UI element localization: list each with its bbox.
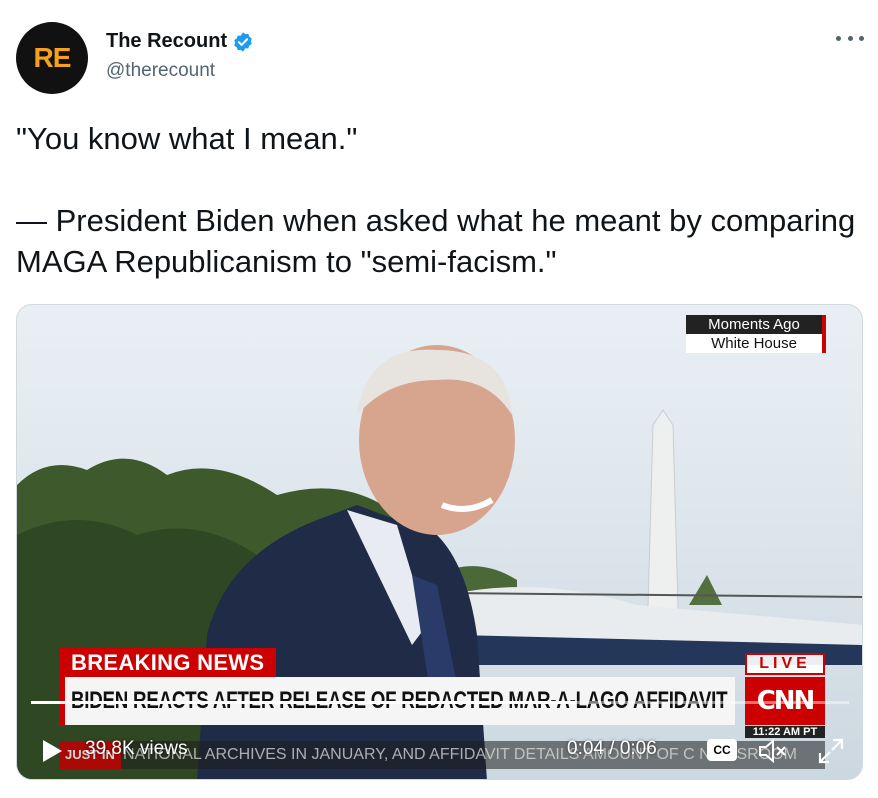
author-name-row: The Recount [106,30,254,53]
chyron-location-label: White House [711,335,797,352]
avatar-logo: RE [33,42,72,73]
video-controls: 39.8K views 0:04 / 0:06 CC [17,725,862,779]
captions-button[interactable]: CC [707,739,737,761]
play-icon[interactable] [41,739,63,763]
breaking-news-label: BREAKING NEWS [59,648,277,678]
live-badge: LIVE [745,653,825,675]
progress-bar[interactable] [31,701,849,704]
dot [847,35,853,41]
tweet-attribution: — President Biden when asked what he mea… [16,203,856,279]
playback-time: 0:04 / 0:06 [567,738,657,759]
dot [859,35,864,41]
chyron-time-label: Moments Ago [686,315,822,334]
video-player[interactable]: Moments Ago White House BREAKING NEWS BI… [16,304,863,780]
verified-badge-icon [234,31,252,52]
more-dots-icon[interactable] [836,28,864,48]
tweet-quote: "You know what I mean." [16,121,358,156]
handle[interactable]: @therecount [106,60,215,82]
location-chyron: Moments Ago White House [686,315,826,353]
view-count: 39.8K views [85,738,188,759]
fullscreen-icon[interactable] [817,737,845,765]
tweet: RE The Recount @therecount "You know wha… [0,0,878,798]
muted-speaker-icon[interactable] [757,737,787,765]
dot [836,35,841,41]
tweet-text: "You know what I mean." — President Bide… [16,118,866,282]
display-name[interactable]: The Recount [106,30,227,53]
avatar[interactable]: RE [16,22,88,94]
progress-fill [31,701,577,704]
